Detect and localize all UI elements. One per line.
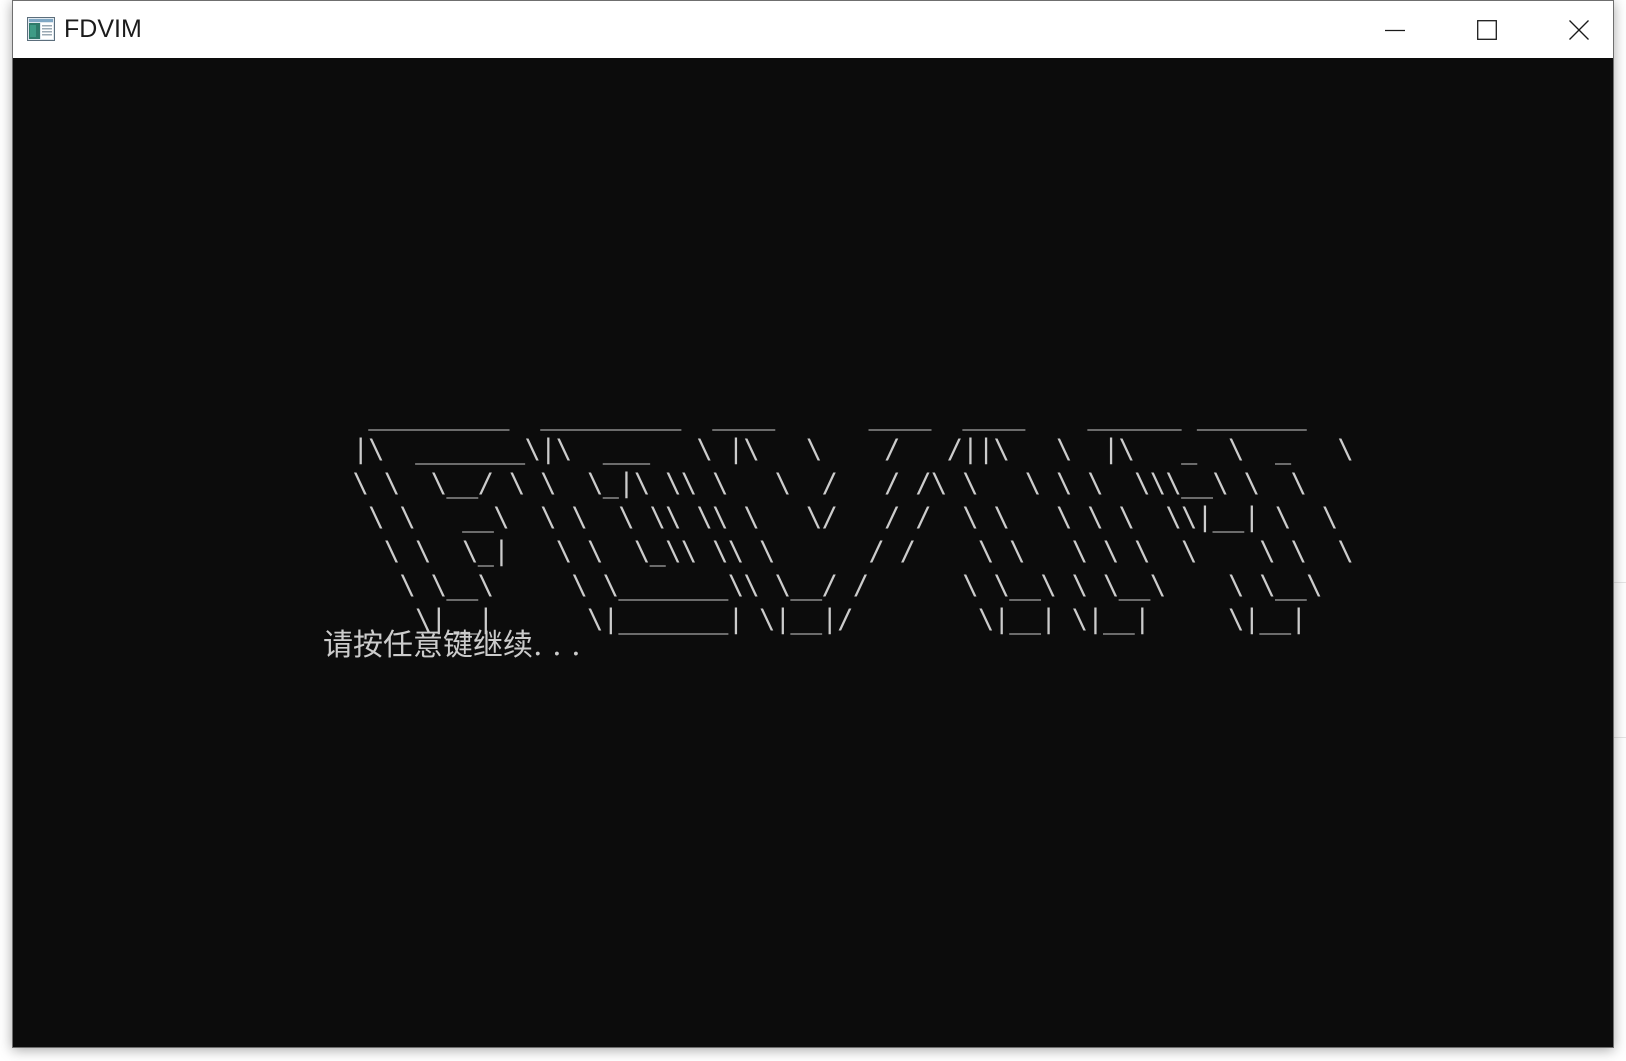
console-output[interactable]: _________ _________ ____ ____ ____ _____… bbox=[13, 58, 1613, 1047]
maximize-button[interactable] bbox=[1441, 1, 1533, 58]
window-title: FDVIM bbox=[64, 15, 142, 43]
minimize-button[interactable] bbox=[1349, 1, 1441, 58]
ascii-banner: _________ _________ ____ ____ ____ _____… bbox=[352, 400, 1354, 635]
maximize-icon bbox=[1477, 19, 1497, 40]
background-divider bbox=[1614, 582, 1626, 583]
close-icon bbox=[1569, 19, 1589, 40]
console-app-icon bbox=[27, 17, 55, 41]
close-button[interactable] bbox=[1533, 1, 1625, 58]
title-bar[interactable]: FDVIM bbox=[13, 1, 1613, 58]
continue-prompt: 请按任意键继续. . . bbox=[323, 628, 581, 663]
minimize-icon bbox=[1385, 29, 1405, 31]
background-divider bbox=[1614, 737, 1626, 738]
console-window: FDVIM _________ _________ ____ ____ ____… bbox=[12, 0, 1614, 1048]
background-edge bbox=[1614, 0, 1626, 1061]
